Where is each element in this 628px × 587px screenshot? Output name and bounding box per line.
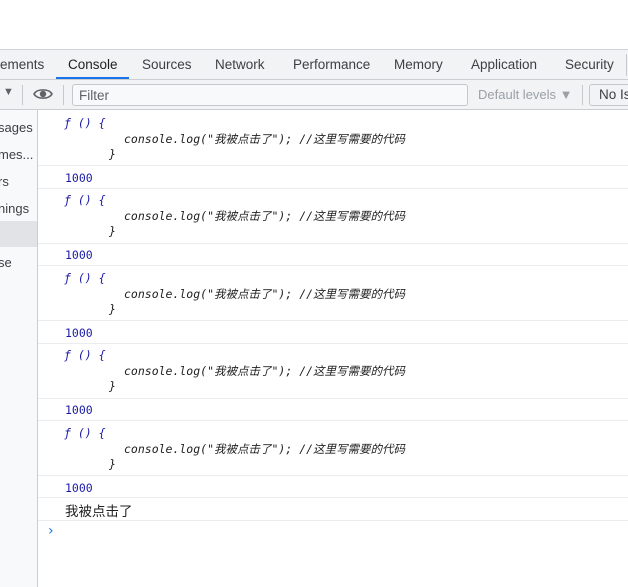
- number-output: 1000: [65, 248, 93, 262]
- function-close: }: [109, 302, 116, 316]
- tab-elements[interactable]: ements: [0, 50, 44, 80]
- row-divider: [38, 243, 628, 244]
- sidebar-item-messages[interactable]: sages: [0, 120, 33, 135]
- toolbar-divider: [582, 85, 583, 105]
- row-divider: [38, 343, 628, 344]
- eye-icon[interactable]: [33, 87, 53, 101]
- function-close: }: [109, 379, 116, 393]
- active-tab-indicator: [56, 77, 129, 79]
- row-divider: [38, 475, 628, 476]
- console-prompt-chevron-icon[interactable]: ›: [48, 523, 54, 539]
- function-header: ƒ () {: [64, 348, 106, 362]
- row-divider: [38, 497, 628, 498]
- row-divider: [38, 265, 628, 266]
- row-divider: [38, 398, 628, 399]
- row-divider: [38, 320, 628, 321]
- toolbar-divider: [22, 85, 23, 105]
- log-message: 我被点击了: [65, 504, 133, 519]
- number-output: 1000: [65, 326, 93, 340]
- function-close: }: [109, 457, 116, 471]
- row-divider: [38, 188, 628, 189]
- row-divider: [38, 420, 628, 421]
- sidebar-item-errors[interactable]: rs: [0, 174, 9, 189]
- tab-performance[interactable]: Performance: [293, 50, 370, 80]
- filter-input[interactable]: [72, 84, 468, 106]
- default-levels-dropdown[interactable]: Default levels ▼: [478, 84, 573, 106]
- row-divider: [38, 165, 628, 166]
- tab-application[interactable]: Application: [471, 50, 537, 80]
- function-header: ƒ () {: [64, 426, 106, 440]
- function-close: }: [109, 147, 116, 161]
- tab-console[interactable]: Console: [68, 50, 118, 80]
- tab-bar-divider: [626, 54, 627, 76]
- row-divider: [38, 520, 628, 521]
- issues-button[interactable]: No Is: [589, 84, 628, 106]
- sidebar-item-user-messages[interactable]: mes...: [0, 147, 33, 162]
- toolbar-divider: [63, 85, 64, 105]
- function-body: console.log("我被点击了"); //这里写需要的代码: [124, 209, 406, 223]
- window-top-area: [0, 0, 628, 49]
- tab-sources[interactable]: Sources: [142, 50, 192, 80]
- function-body: console.log("我被点击了"); //这里写需要的代码: [124, 364, 406, 378]
- sidebar-item-verbose[interactable]: se: [0, 255, 12, 270]
- function-header: ƒ () {: [64, 271, 106, 285]
- tab-memory[interactable]: Memory: [394, 50, 443, 80]
- number-output: 1000: [65, 481, 93, 495]
- tab-security[interactable]: Security: [565, 50, 614, 80]
- context-dropdown-caret-icon[interactable]: ▼: [3, 86, 14, 98]
- function-body: console.log("我被点击了"); //这里写需要的代码: [124, 442, 406, 456]
- function-body: console.log("我被点击了"); //这里写需要的代码: [124, 132, 406, 146]
- function-header: ƒ () {: [64, 116, 106, 130]
- function-header: ƒ () {: [64, 193, 106, 207]
- number-output: 1000: [65, 403, 93, 417]
- tab-network[interactable]: Network: [215, 50, 265, 80]
- function-close: }: [109, 224, 116, 238]
- function-body: console.log("我被点击了"); //这里写需要的代码: [124, 287, 406, 301]
- number-output: 1000: [65, 171, 93, 185]
- sidebar-selected-highlight: [0, 221, 37, 247]
- sidebar-item-warnings[interactable]: nings: [0, 201, 29, 216]
